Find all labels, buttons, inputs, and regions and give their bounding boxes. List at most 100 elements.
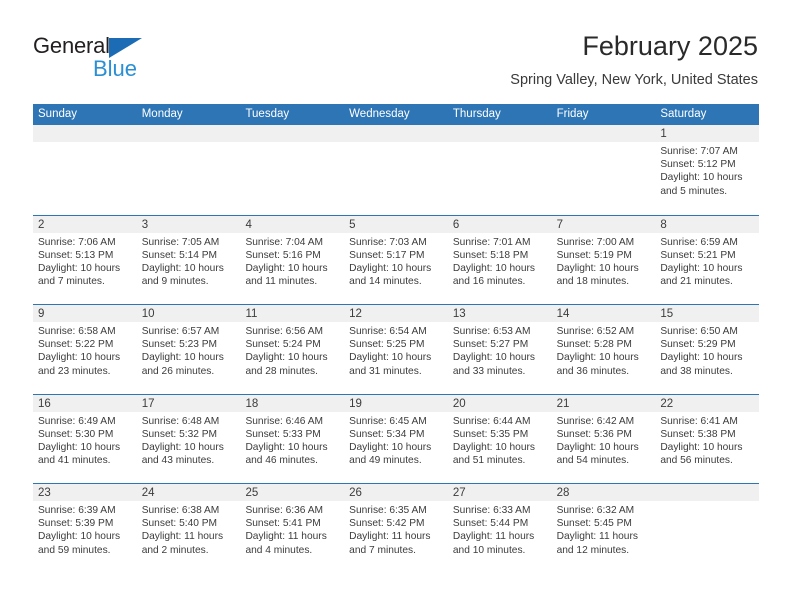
- day-info: Sunrise: 7:05 AM Sunset: 5:14 PM Daylight:…: [142, 236, 241, 289]
- sunrise-text: Sunrise: 6:44 AM: [452, 415, 531, 427]
- daylight-text: Daylight: 10 hours and 31 minutes.: [349, 352, 432, 377]
- day-cell[interactable]: 7 Sunrise: 7:00 AM Sunset: 5:19 PM Daylight…: [552, 216, 656, 305]
- daylight-text: Daylight: 10 hours and 38 minutes.: [660, 352, 743, 377]
- day-cell-empty: [240, 125, 344, 215]
- day-cell[interactable]: 9 Sunrise: 6:58 AM Sunset: 5:22 PM Daylight…: [33, 305, 137, 394]
- day-cell-empty: [33, 125, 137, 215]
- day-cell[interactable]: 2 Sunrise: 7:06 AM Sunset: 5:13 PM Daylight…: [33, 216, 137, 305]
- sunrise-text: Sunrise: 7:01 AM: [452, 236, 531, 248]
- day-info: Sunrise: 6:53 AM Sunset: 5:27 PM Daylight:…: [453, 325, 552, 378]
- sunrise-text: Sunrise: 6:42 AM: [556, 415, 635, 427]
- day-number: 26: [349, 487, 362, 499]
- day-cell[interactable]: 15 Sunrise: 6:50 AM Sunset: 5:29 PM Dayligh…: [655, 305, 759, 394]
- day-info: Sunrise: 6:50 AM Sunset: 5:29 PM Daylight:…: [660, 325, 759, 378]
- sunset-text: Sunset: 5:22 PM: [38, 339, 114, 351]
- day-cell[interactable]: 8 Sunrise: 6:59 AM Sunset: 5:21 PM Daylight…: [655, 216, 759, 305]
- sunrise-text: Sunrise: 7:07 AM: [660, 146, 738, 157]
- day-number: 19: [349, 397, 362, 410]
- daylight-text: Daylight: 11 hours and 2 minutes.: [141, 531, 224, 556]
- day-cell[interactable]: 20 Sunrise: 6:44 AM Sunset: 5:35 PM Dayligh…: [448, 395, 552, 484]
- page-header: General Blue February 2025 Spring Valley…: [33, 30, 758, 92]
- day-cell[interactable]: 18 Sunrise: 6:46 AM Sunset: 5:33 PM Dayligh…: [240, 395, 344, 484]
- logo-triangle-icon: [108, 38, 142, 58]
- sunrise-text: Sunrise: 6:48 AM: [141, 415, 220, 427]
- sunset-text: Sunset: 5:16 PM: [245, 249, 321, 261]
- sunset-text: Sunset: 5:30 PM: [38, 428, 114, 440]
- sunset-text: Sunset: 5:38 PM: [660, 428, 736, 440]
- day-info: Sunrise: 6:36 AM Sunset: 5:41 PM Daylight:…: [245, 504, 344, 557]
- page-title: February 2025: [582, 31, 758, 61]
- daylight-text: Daylight: 10 hours and 26 minutes.: [141, 352, 224, 377]
- day-cell[interactable]: 27 Sunrise: 6:33 AM Sunset: 5:44 PM Dayligh…: [448, 484, 552, 573]
- sunset-text: Sunset: 5:23 PM: [141, 339, 218, 351]
- day-cell[interactable]: 21 Sunrise: 6:42 AM Sunset: 5:36 PM Dayligh…: [552, 395, 656, 484]
- sunrise-text: Sunrise: 6:41 AM: [660, 415, 738, 427]
- sunset-text: Sunset: 5:14 PM: [141, 249, 218, 261]
- day-cell[interactable]: 24 Sunrise: 6:38 AM Sunset: 5:40 PM Dayligh…: [137, 484, 241, 573]
- week-row: 1 Sunrise: 7:07 AM Sunset: 5:12 PM Daylight…: [33, 125, 759, 215]
- title-block: February 2025 Spring Valley, New York, U…: [510, 30, 758, 90]
- day-number: 13: [452, 308, 466, 320]
- sunrise-text: Sunrise: 6:35 AM: [349, 505, 427, 516]
- sunrise-text: Sunrise: 6:38 AM: [141, 505, 220, 516]
- day-cell[interactable]: 14 Sunrise: 6:52 AM Sunset: 5:28 PM Dayligh…: [552, 305, 656, 394]
- daylight-text: Daylight: 10 hours and 54 minutes.: [556, 441, 639, 467]
- daylight-text: Daylight: 10 hours and 23 minutes.: [38, 352, 121, 377]
- daylight-text: Daylight: 10 hours and 43 minutes.: [141, 441, 224, 467]
- day-cell[interactable]: 28 Sunrise: 6:32 AM Sunset: 5:45 PM Dayligh…: [552, 484, 656, 573]
- day-info: Sunrise: 6:54 AM Sunset: 5:25 PM Daylight:…: [349, 325, 448, 378]
- day-info: Sunrise: 6:32 AM Sunset: 5:45 PM Daylight:…: [557, 504, 656, 557]
- day-cell[interactable]: 11 Sunrise: 6:56 AM Sunset: 5:24 PM Dayligh…: [240, 305, 344, 394]
- day-cell[interactable]: 22 Sunrise: 6:41 AM Sunset: 5:38 PM Dayligh…: [655, 395, 759, 484]
- weekday-header-row: Sunday Monday Tuesday Wednesday Thursday Frid…: [33, 104, 759, 125]
- day-info: Sunrise: 6:49 AM Sunset: 5:30 PM Daylight:…: [38, 415, 137, 468]
- day-info: Sunrise: 7:03 AM Sunset: 5:17 PM Daylight:…: [349, 236, 448, 289]
- day-cell[interactable]: 19 Sunrise: 6:45 AM Sunset: 5:34 PM Dayligh…: [344, 395, 448, 484]
- sunset-text: Sunset: 5:36 PM: [556, 428, 632, 440]
- weekday-header-friday: Friday: [556, 108, 589, 120]
- daylight-text: Daylight: 11 hours and 4 minutes.: [245, 531, 327, 556]
- daylight-text: Daylight: 10 hours and 14 minutes.: [349, 262, 432, 288]
- day-number: 11: [245, 308, 258, 320]
- calendar-body: 1 Sunrise: 7:07 AM Sunset: 5:12 PM Daylight…: [33, 125, 759, 573]
- day-cell[interactable]: 26 Sunrise: 6:35 AM Sunset: 5:42 PM Dayligh…: [344, 484, 448, 573]
- general-blue-logo[interactable]: General Blue: [33, 34, 213, 86]
- day-number: 2: [38, 218, 45, 231]
- sunrise-text: Sunrise: 6:56 AM: [245, 326, 324, 337]
- sunset-text: Sunset: 5:44 PM: [452, 518, 529, 530]
- day-number: 20: [452, 397, 466, 410]
- sunrise-text: Sunrise: 6:59 AM: [660, 236, 738, 248]
- sunrise-text: Sunrise: 6:49 AM: [38, 415, 116, 427]
- day-cell[interactable]: 5 Sunrise: 7:03 AM Sunset: 5:17 PM Daylight…: [344, 216, 448, 305]
- week-row: 23 Sunrise: 6:39 AM Sunset: 5:39 PM Dayligh…: [33, 483, 759, 573]
- day-info: Sunrise: 6:42 AM Sunset: 5:36 PM Daylight:…: [557, 415, 656, 468]
- day-info: Sunrise: 6:48 AM Sunset: 5:32 PM Daylight:…: [142, 415, 241, 468]
- day-number: 8: [660, 218, 667, 231]
- sunset-text: Sunset: 5:28 PM: [556, 339, 632, 351]
- day-info: Sunrise: 6:41 AM Sunset: 5:38 PM Daylight:…: [660, 415, 759, 468]
- day-cell[interactable]: 17 Sunrise: 6:48 AM Sunset: 5:32 PM Dayligh…: [137, 395, 241, 484]
- day-cell[interactable]: 16 Sunrise: 6:49 AM Sunset: 5:30 PM Dayligh…: [33, 395, 137, 484]
- day-cell[interactable]: 25 Sunrise: 6:36 AM Sunset: 5:41 PM Dayligh…: [240, 484, 344, 573]
- day-cell[interactable]: 3 Sunrise: 7:05 AM Sunset: 5:14 PM Daylight…: [137, 216, 241, 305]
- day-cell[interactable]: 4 Sunrise: 7:04 AM Sunset: 5:16 PM Daylight…: [240, 216, 344, 305]
- day-cell[interactable]: 10 Sunrise: 6:57 AM Sunset: 5:23 PM Dayligh…: [137, 305, 241, 394]
- day-number: 23: [38, 487, 51, 499]
- day-cell[interactable]: 1 Sunrise: 7:07 AM Sunset: 5:12 PM Daylight…: [655, 125, 759, 215]
- sunset-text: Sunset: 5:40 PM: [141, 518, 218, 530]
- day-info: Sunrise: 6:38 AM Sunset: 5:40 PM Daylight:…: [142, 504, 241, 557]
- weekday-header-tuesday: Tuesday: [245, 108, 290, 120]
- daylight-text: Daylight: 10 hours and 41 minutes.: [38, 441, 121, 467]
- day-cell[interactable]: 23 Sunrise: 6:39 AM Sunset: 5:39 PM Dayligh…: [33, 484, 137, 573]
- day-cell[interactable]: 12 Sunrise: 6:54 AM Sunset: 5:25 PM Dayligh…: [344, 305, 448, 394]
- sunset-text: Sunset: 5:21 PM: [660, 249, 736, 261]
- daylight-text: Daylight: 10 hours and 56 minutes.: [660, 441, 743, 467]
- day-number: 18: [245, 397, 259, 410]
- sunset-text: Sunset: 5:19 PM: [556, 249, 632, 261]
- sunrise-text: Sunrise: 7:06 AM: [38, 236, 116, 248]
- day-info: Sunrise: 7:04 AM Sunset: 5:16 PM Daylight:…: [245, 236, 344, 289]
- day-cell[interactable]: 6 Sunrise: 7:01 AM Sunset: 5:18 PM Daylight…: [448, 216, 552, 305]
- day-cell[interactable]: 13 Sunrise: 6:53 AM Sunset: 5:27 PM Dayligh…: [448, 305, 552, 394]
- daylight-text: Daylight: 10 hours and 7 minutes.: [38, 262, 121, 288]
- sunrise-text: Sunrise: 7:05 AM: [141, 236, 220, 248]
